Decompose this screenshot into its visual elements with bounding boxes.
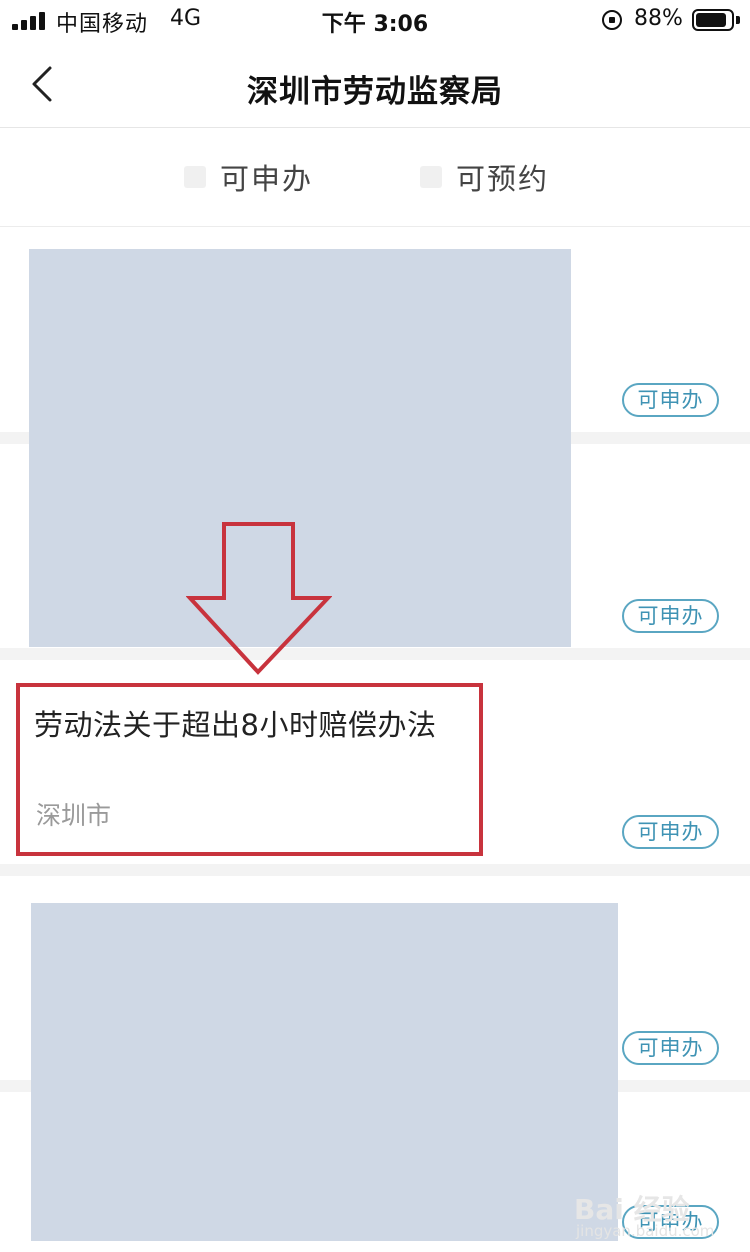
page-title: 深圳市劳动监察局 [247, 74, 503, 110]
redaction-block [31, 903, 618, 1241]
checkbox-icon [420, 166, 442, 188]
checkbox-icon [184, 166, 206, 188]
status-bar: 中国移动 4G 下午 3:06 88% [0, 0, 750, 40]
status-tag-applicable[interactable]: 可申办 [622, 1031, 719, 1065]
filter-label: 可申办 [220, 162, 314, 196]
rotation-lock-icon [602, 10, 622, 30]
battery-percentage: 88% [634, 6, 683, 31]
divider [0, 864, 750, 876]
item-title: 劳动法关于超出8小时赔偿办法 [34, 708, 437, 742]
watermark: Bai 经验 jingyan.baidu.com [574, 1188, 724, 1244]
filter-bar: 可申办 可预约 [0, 129, 750, 227]
status-tag-applicable[interactable]: 可申办 [622, 383, 719, 417]
divider [0, 648, 750, 660]
filter-applicable-checkbox[interactable]: 可申办 [184, 159, 314, 196]
item-city: 深圳市 [36, 801, 112, 830]
status-tag-applicable[interactable]: 可申办 [622, 599, 719, 633]
status-tag-applicable[interactable]: 可申办 [622, 815, 719, 849]
nav-bar: 深圳市劳动监察局 [0, 40, 750, 128]
down-arrow-annotation-icon [186, 522, 332, 675]
battery-icon [692, 9, 734, 31]
filter-label: 可预约 [456, 162, 550, 196]
filter-bookable-checkbox[interactable]: 可预约 [420, 159, 550, 196]
battery-cap [736, 16, 740, 24]
list-item[interactable]: 劳动法关于超出8小时赔偿办法 深圳市 可申办 [0, 660, 750, 864]
watermark-url: jingyan.baidu.com [576, 1222, 715, 1240]
